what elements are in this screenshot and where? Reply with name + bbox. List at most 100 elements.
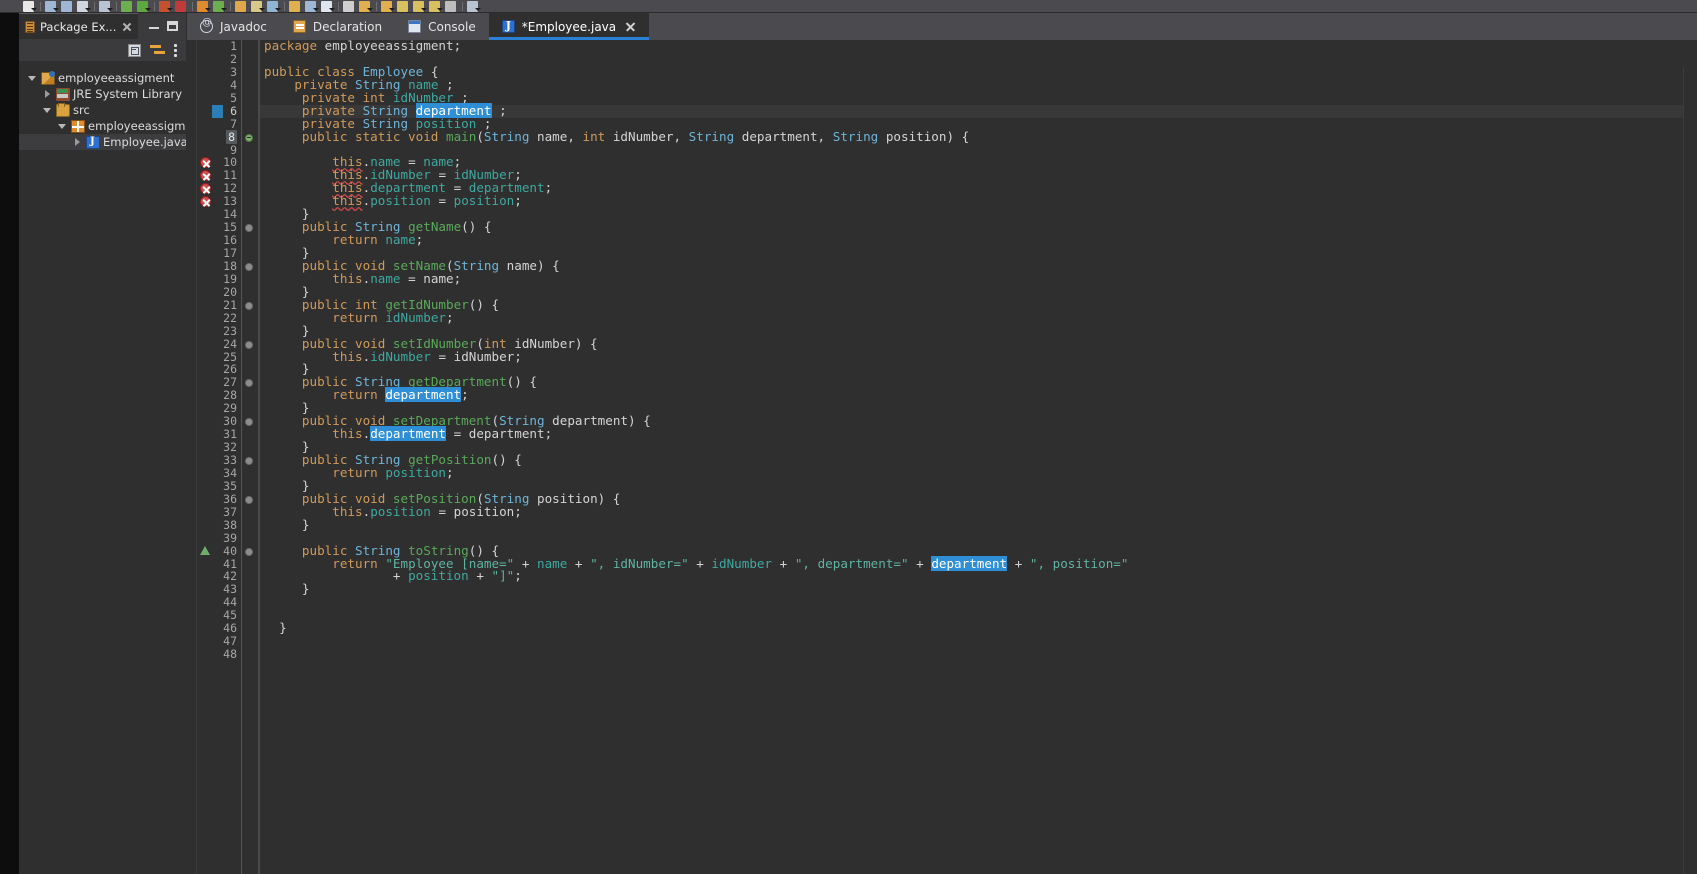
fold-toggle-36[interactable] [242, 493, 258, 506]
code-line-3[interactable]: public class Employee { [258, 65, 1697, 79]
chevron-down-icon[interactable] [145, 7, 151, 11]
code-line-27[interactable]: public String getDepartment() { [258, 375, 1697, 389]
code-line-18[interactable]: public void setName(String name) { [258, 259, 1697, 273]
chevron-right-icon[interactable] [42, 89, 53, 100]
tree-item-employeeassigment[interactable]: employeeassigment [19, 70, 186, 86]
code-line-22[interactable]: return idNumber; [258, 311, 1697, 325]
chevron-down-icon[interactable] [53, 7, 59, 11]
chevron-down-icon[interactable] [27, 73, 38, 84]
error-marker-icon[interactable] [198, 195, 211, 208]
external-tools-icon[interactable] [158, 0, 173, 12]
previous-edit-icon[interactable] [358, 0, 373, 12]
chevron-down-icon[interactable] [205, 7, 211, 11]
code-line-21[interactable]: public int getIdNumber() { [258, 298, 1697, 312]
code-line-37[interactable]: this.position = position; [258, 505, 1697, 519]
refresh-icon[interactable] [212, 0, 227, 12]
edit-icon[interactable] [250, 0, 265, 12]
code-line-44[interactable] [258, 596, 1697, 609]
annotation-gutter[interactable]: 1 2 3 4 5 6 7 8 9 10 11 12 13 14 15 16 17 18 19 20 21 22 23 24 2… [197, 40, 241, 874]
document-icon[interactable] [320, 0, 335, 12]
line-number-48[interactable]: 48 [197, 648, 241, 661]
chevron-down-icon[interactable] [313, 7, 319, 11]
open-task-icon[interactable] [288, 0, 303, 12]
next-edit-icon[interactable] [380, 0, 395, 12]
chevron-down-icon[interactable] [31, 7, 37, 11]
error-marker-icon[interactable] [198, 182, 211, 195]
maximize-icon[interactable] [167, 21, 178, 31]
tab-employee-java[interactable]: *Employee.java [488, 13, 650, 40]
line-number-7[interactable]: 7 [197, 117, 241, 131]
chevron-down-icon[interactable] [421, 7, 427, 11]
tree-item-jre-system-library-ja[interactable]: JRE System Library [Ja [19, 86, 186, 102]
code-line-34[interactable]: return position; [258, 466, 1697, 480]
chevron-down-icon[interactable] [367, 7, 373, 11]
code-line-19[interactable]: this.name = name; [258, 272, 1697, 286]
close-icon[interactable] [121, 21, 132, 32]
code-line-15[interactable]: public String getName() { [258, 220, 1697, 234]
open-type-icon[interactable] [234, 0, 249, 12]
folding-gutter[interactable] [242, 40, 258, 874]
chevron-down-icon[interactable] [167, 7, 173, 11]
forward2-icon[interactable] [428, 0, 443, 12]
code-line-4[interactable]: private String name ; [258, 78, 1697, 92]
paragraph-icon[interactable] [342, 0, 357, 12]
print-icon[interactable] [76, 0, 91, 12]
save-all-icon[interactable] [60, 0, 75, 12]
search-icon[interactable] [98, 0, 113, 12]
code-line-48[interactable] [258, 648, 1697, 661]
debug-icon[interactable] [120, 0, 135, 12]
new-icon[interactable] [22, 0, 37, 12]
fold-toggle-21[interactable] [242, 299, 258, 312]
code-line-13[interactable]: this.position = position; [258, 194, 1697, 208]
fold-toggle-24[interactable] [242, 338, 258, 351]
chevron-down-icon[interactable] [221, 7, 227, 11]
tab-javadoc[interactable]: Javadoc [187, 13, 280, 40]
next-annotation-icon[interactable] [304, 0, 319, 12]
tree-item-employee-java[interactable]: Employee.java [19, 134, 186, 150]
code-line-1[interactable]: package employeeassigment; [258, 40, 1697, 53]
code-line-45[interactable] [258, 609, 1697, 622]
code-line-33[interactable]: public String getPosition() { [258, 453, 1697, 467]
pin-icon[interactable] [266, 0, 281, 12]
tree-item-src[interactable]: src [19, 102, 186, 118]
source-code[interactable]: package employeeassigment; public class … [258, 40, 1697, 874]
code-line-42[interactable]: + position + "]"; [258, 569, 1697, 583]
code-line-47[interactable] [258, 635, 1697, 648]
fold-toggle-30[interactable] [242, 415, 258, 428]
fold-toggle-33[interactable] [242, 454, 258, 467]
chevron-down-icon[interactable] [475, 7, 481, 11]
code-line-9[interactable] [258, 144, 1697, 157]
code-line-38[interactable]: } [258, 518, 1697, 532]
tree-item-employeeassigment[interactable]: employeeassigment [19, 118, 186, 134]
collapse-all-icon[interactable] [128, 43, 141, 57]
forward-icon[interactable] [412, 0, 427, 12]
back-icon[interactable] [396, 0, 411, 12]
chevron-down-icon[interactable] [57, 121, 68, 132]
chevron-down-icon[interactable] [275, 7, 281, 11]
new-window-icon[interactable] [466, 0, 481, 12]
error-marker-icon[interactable] [198, 169, 211, 182]
chevron-down-icon[interactable] [259, 7, 265, 11]
code-line-16[interactable]: return name; [258, 233, 1697, 247]
chevron-down-icon[interactable] [329, 7, 335, 11]
chevron-down-icon[interactable] [85, 7, 91, 11]
minimize-icon[interactable] [149, 21, 159, 31]
code-line-43[interactable]: } [258, 582, 1697, 596]
code-line-8[interactable]: public static void main(String name, int… [258, 130, 1697, 144]
code-line-25[interactable]: this.idNumber = idNumber; [258, 350, 1697, 364]
save-icon[interactable] [44, 0, 59, 12]
fold-toggle-27[interactable] [242, 376, 258, 389]
code-line-31[interactable]: this.department = department; [258, 426, 1697, 442]
new-java-project-icon[interactable] [196, 0, 211, 12]
warning-marker-icon[interactable] [198, 545, 211, 558]
code-line-46[interactable]: } [258, 621, 1697, 635]
chevron-down-icon[interactable] [42, 105, 53, 116]
fold-toggle-15[interactable] [242, 221, 258, 234]
chevron-down-icon[interactable] [389, 7, 395, 11]
chevron-right-icon[interactable] [72, 137, 83, 148]
link-with-editor-icon[interactable] [150, 44, 165, 56]
run-icon[interactable] [136, 0, 151, 12]
fold-toggle-18[interactable] [242, 260, 258, 273]
view-menu-icon[interactable] [174, 43, 178, 57]
tab-declaration[interactable]: Declaration [280, 13, 395, 40]
